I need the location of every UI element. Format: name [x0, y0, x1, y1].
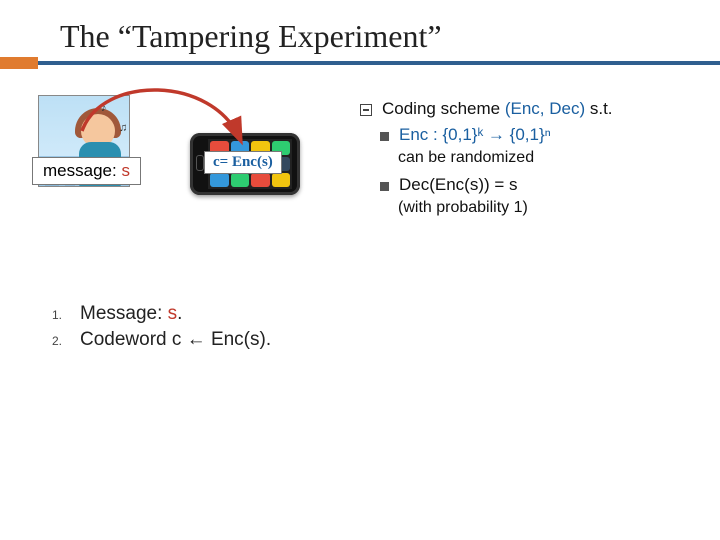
- enc-signature: Enc : {0,1}ᵏ → {0,1}ⁿ: [399, 125, 551, 145]
- music-note-icon: ♪: [101, 102, 107, 114]
- slide-body: ♪ ♫ message: s c= Enc(s) Coding scheme (…: [0, 65, 720, 525]
- scheme-lead: Coding scheme (Enc, Dec) s.t.: [382, 99, 613, 119]
- enc-note: can be randomized: [398, 149, 704, 167]
- bullet-square-icon: [380, 132, 389, 141]
- step-number: 1.: [52, 308, 80, 322]
- dec-identity: Dec(Enc(s)) = s: [399, 175, 518, 195]
- step-1: Message: s.: [80, 303, 182, 325]
- dec-note: (with probability 1): [398, 199, 704, 217]
- experiment-steps: 1. Message: s. 2. Codeword c ← Enc(s).: [52, 303, 271, 355]
- slide-title: The “Tampering Experiment”: [0, 0, 720, 61]
- bullet-square-icon: [380, 182, 389, 191]
- message-label: message: s: [32, 157, 141, 185]
- bullet-box-icon: [360, 104, 372, 116]
- scheme-definition: Coding scheme (Enc, Dec) s.t. Enc : {0,1…: [360, 99, 704, 225]
- message-label-prefix: message:: [43, 161, 121, 180]
- message-variable: s: [121, 161, 130, 180]
- codeword-label: c= Enc(s): [204, 151, 282, 174]
- music-note-icon: ♫: [119, 122, 127, 134]
- step-number: 2.: [52, 334, 80, 348]
- step-2: Codeword c ← Enc(s).: [80, 329, 271, 351]
